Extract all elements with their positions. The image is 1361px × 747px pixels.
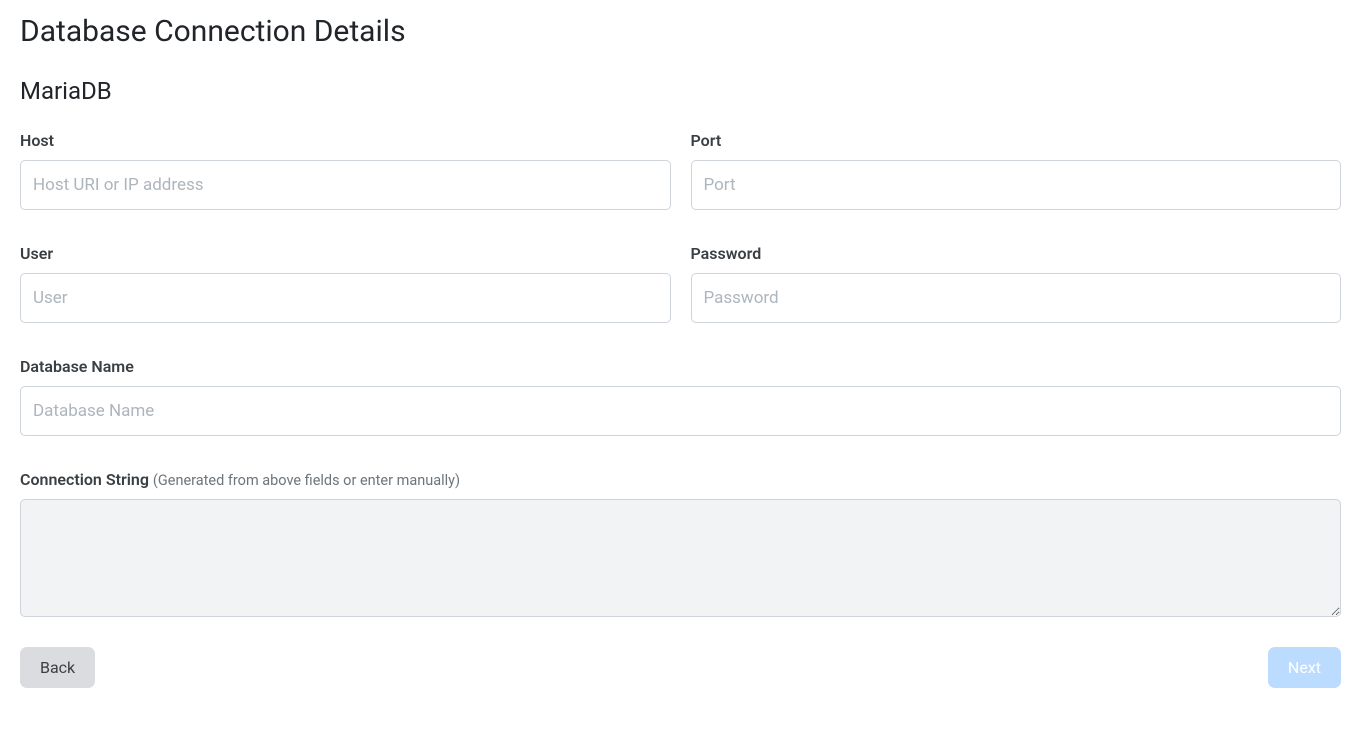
host-input[interactable] (20, 160, 671, 210)
database-name-input[interactable] (20, 386, 1341, 436)
password-input[interactable] (691, 273, 1342, 323)
port-input[interactable] (691, 160, 1342, 210)
next-button[interactable]: Next (1268, 647, 1341, 688)
user-input[interactable] (20, 273, 671, 323)
password-label: Password (691, 244, 1342, 263)
user-label: User (20, 244, 671, 263)
connection-string-textarea[interactable] (20, 499, 1341, 617)
connection-string-label: Connection String (Generated from above … (20, 470, 1341, 489)
connection-string-label-text: Connection String (20, 470, 149, 489)
back-button[interactable]: Back (20, 647, 95, 688)
database-name-label: Database Name (20, 357, 1341, 376)
port-label: Port (691, 131, 1342, 150)
page-subtitle: MariaDB (20, 77, 1341, 105)
connection-string-hint: (Generated from above fields or enter ma… (153, 472, 460, 489)
host-label: Host (20, 131, 671, 150)
page-title: Database Connection Details (20, 14, 1341, 49)
